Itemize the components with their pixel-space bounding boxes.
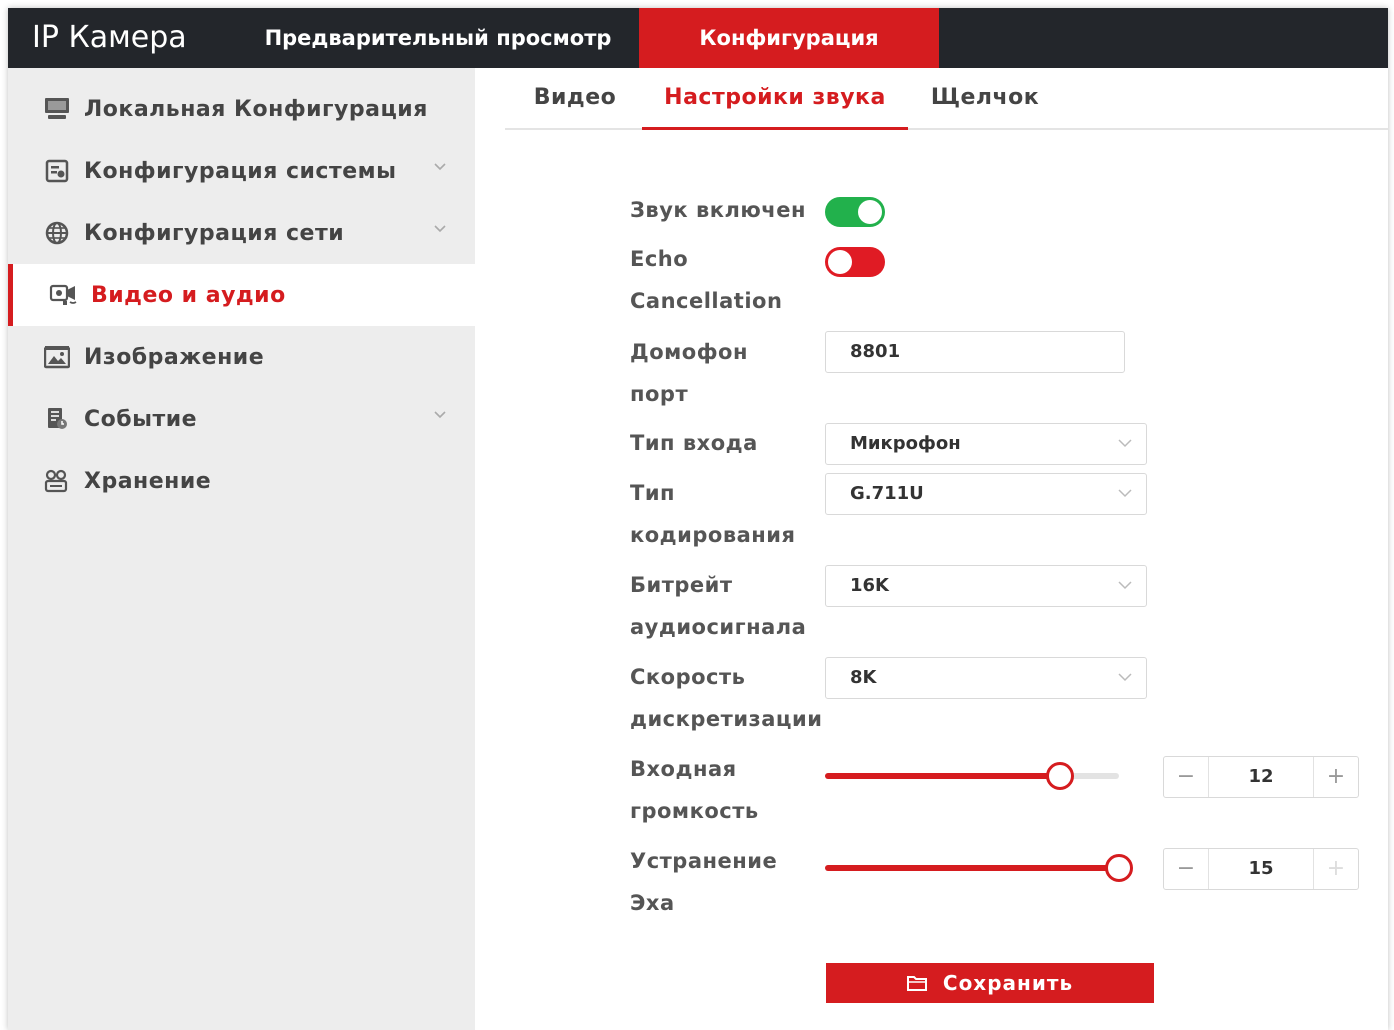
echo-removal-label-1: Устранение (630, 849, 778, 873)
chevron-down-icon[interactable] (433, 160, 447, 174)
sample-rate-label-1: Скорость (630, 665, 746, 689)
app-title: IP Камера (32, 20, 187, 55)
echo-removal-slider[interactable] (825, 854, 1133, 882)
folder-icon (906, 976, 927, 991)
intercom-port-label-1: Домофон (630, 340, 748, 364)
intercom-port-label-2: порт (630, 382, 689, 406)
event-icon (42, 404, 72, 434)
slider-thumb[interactable] (1046, 762, 1075, 790)
sidebar-item-local-config[interactable]: Локальная Конфигурация (8, 78, 475, 140)
nav-preview[interactable]: Предварительный просмотр (238, 8, 638, 68)
increment-button[interactable]: + (1314, 849, 1358, 889)
decrement-button[interactable]: − (1164, 757, 1208, 797)
sidebar-item-network-config[interactable]: Конфигурация сети (8, 202, 475, 264)
chevron-down-icon (1118, 439, 1132, 448)
toggle-knob (858, 200, 882, 224)
slider-fill (825, 773, 1061, 779)
tab-click[interactable]: Щелчок (920, 68, 1050, 130)
sidebar-item-label: Конфигурация системы (84, 158, 397, 184)
input-type-value: Микрофон (850, 433, 961, 454)
chevron-down-icon[interactable] (433, 222, 447, 236)
input-volume-stepper: − 12 + (1163, 756, 1359, 798)
sidebar-item-system-config[interactable]: Конфигурация системы (8, 140, 475, 202)
sample-rate-select[interactable]: 8K (825, 657, 1147, 699)
image-icon (42, 342, 72, 372)
sidebar: Локальная Конфигурация Конфигурация сист… (8, 68, 475, 1030)
storage-icon (42, 466, 72, 496)
input-type-select[interactable]: Микрофон (825, 423, 1147, 465)
sidebar-item-video-audio[interactable]: Видео и аудио (8, 264, 475, 326)
app-window: IP Камера Предварительный просмотр Конфи… (8, 8, 1388, 1030)
echo-removal-value[interactable]: 15 (1208, 849, 1314, 889)
system-icon (42, 156, 72, 186)
input-volume-label-2: громкость (630, 799, 759, 823)
encoding-type-value: G.711U (850, 483, 924, 504)
echo-cancellation-label-2: Cancellation (630, 289, 783, 313)
increment-button[interactable]: + (1314, 757, 1358, 797)
input-volume-label-1: Входная (630, 757, 737, 781)
sidebar-item-label: Локальная Конфигурация (84, 96, 428, 122)
bitrate-value: 16K (850, 575, 889, 596)
encoding-type-label-2: кодирования (630, 523, 796, 547)
sidebar-item-image[interactable]: Изображение (8, 326, 475, 388)
bitrate-label-2: аудиосигнала (630, 615, 807, 639)
input-type-label: Тип входа (630, 431, 758, 455)
encoding-type-label-1: Тип (630, 481, 676, 505)
decrement-button[interactable]: − (1164, 849, 1208, 889)
chevron-down-icon[interactable] (433, 408, 447, 422)
save-button-label: Сохранить (942, 971, 1074, 995)
echo-cancellation-toggle[interactable] (825, 247, 885, 277)
sidebar-item-label: Видео и аудио (91, 282, 286, 308)
toggle-knob (828, 250, 852, 274)
echo-cancellation-label-1: Echo (630, 247, 689, 271)
bitrate-label-1: Битрейт (630, 573, 733, 597)
chevron-down-icon (1118, 581, 1132, 590)
sidebar-item-storage[interactable]: Хранение (8, 450, 475, 512)
slider-thumb[interactable] (1105, 854, 1133, 882)
echo-removal-label-2: Эха (630, 891, 675, 915)
chevron-down-icon (1118, 673, 1132, 682)
top-bar: IP Камера Предварительный просмотр Конфи… (8, 8, 1388, 68)
input-volume-slider[interactable] (825, 762, 1119, 790)
slider-fill (825, 865, 1119, 871)
tab-bar: Видео Настройки звука Щелчок (505, 68, 1388, 130)
tab-sound-settings[interactable]: Настройки звука (642, 68, 908, 130)
sample-rate-label-2: дискретизации (630, 707, 823, 731)
sidebar-item-label: Хранение (84, 468, 212, 494)
encoding-type-select[interactable]: G.711U (825, 473, 1147, 515)
sidebar-item-label: Конфигурация сети (84, 220, 345, 246)
intercom-port-input[interactable]: 8801 (825, 331, 1125, 373)
tab-video[interactable]: Видео (515, 68, 635, 130)
sidebar-item-label: Событие (84, 406, 198, 432)
sidebar-item-event[interactable]: Событие (8, 388, 475, 450)
video-audio-icon (49, 280, 79, 310)
save-button[interactable]: Сохранить (826, 963, 1154, 1003)
globe-icon (42, 218, 72, 248)
nav-configuration[interactable]: Конфигурация (639, 8, 939, 68)
sound-enabled-toggle[interactable] (825, 197, 885, 227)
input-volume-value[interactable]: 12 (1208, 757, 1314, 797)
chevron-down-icon (1118, 489, 1132, 498)
sample-rate-value: 8K (850, 667, 877, 688)
monitor-icon (42, 94, 72, 124)
sound-enabled-label: Звук включен (630, 198, 806, 222)
sidebar-item-label: Изображение (84, 344, 265, 370)
echo-removal-stepper: − 15 + (1163, 848, 1359, 890)
bitrate-select[interactable]: 16K (825, 565, 1147, 607)
